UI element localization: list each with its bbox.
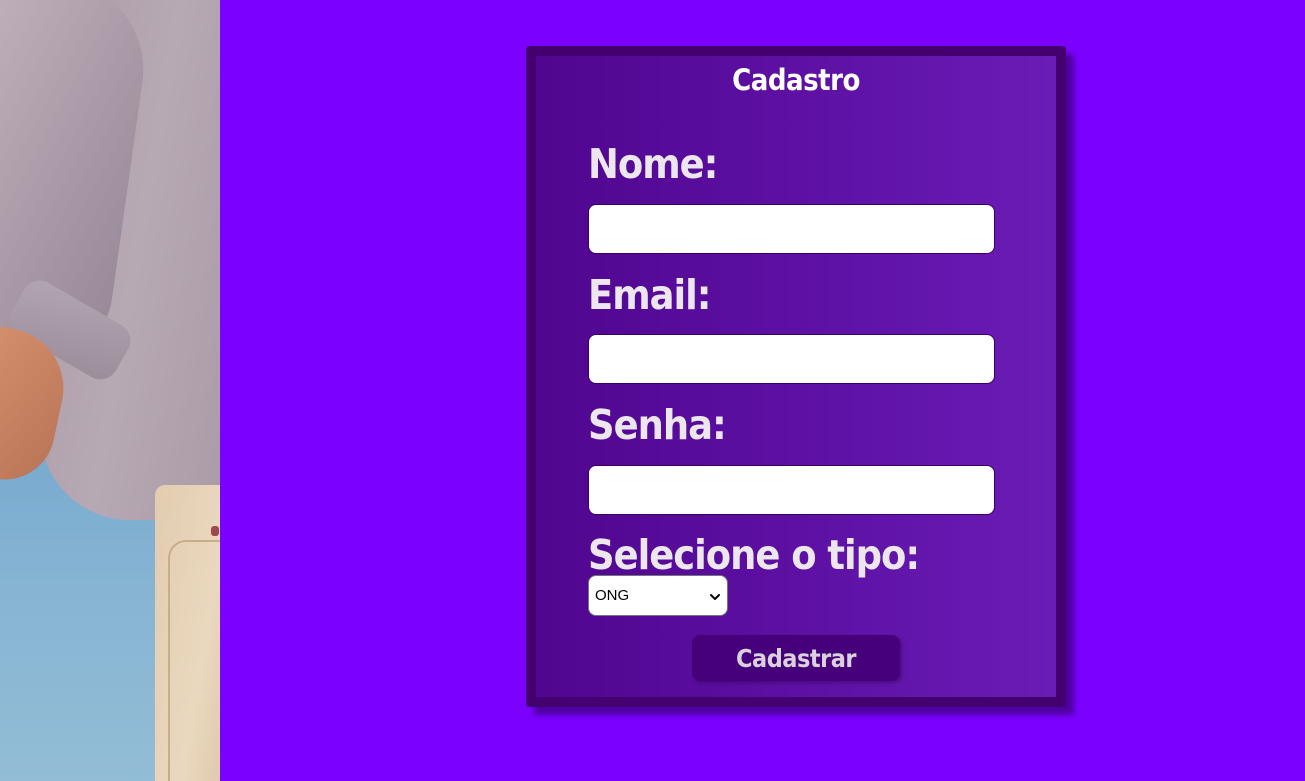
pocket-shape	[168, 540, 220, 781]
type-select[interactable]: ONG	[588, 575, 728, 616]
type-select-value: ONG	[595, 587, 630, 604]
register-form: Cadastro Nome: Email: Senha: Selecione o…	[536, 56, 1056, 697]
password-label: Senha:	[588, 401, 727, 449]
register-button[interactable]: Cadastrar	[692, 635, 900, 681]
side-photo	[0, 0, 220, 781]
register-card: Cadastro Nome: Email: Senha: Selecione o…	[526, 46, 1066, 707]
name-label: Nome:	[588, 140, 718, 188]
password-input[interactable]	[588, 465, 995, 515]
email-label: Email:	[588, 271, 712, 319]
pants-button-shape	[211, 526, 219, 536]
chevron-down-icon	[709, 590, 721, 602]
email-input[interactable]	[588, 334, 995, 384]
type-label: Selecione o tipo:	[588, 531, 920, 579]
name-input[interactable]	[588, 204, 995, 254]
form-title: Cadastro	[732, 63, 860, 97]
